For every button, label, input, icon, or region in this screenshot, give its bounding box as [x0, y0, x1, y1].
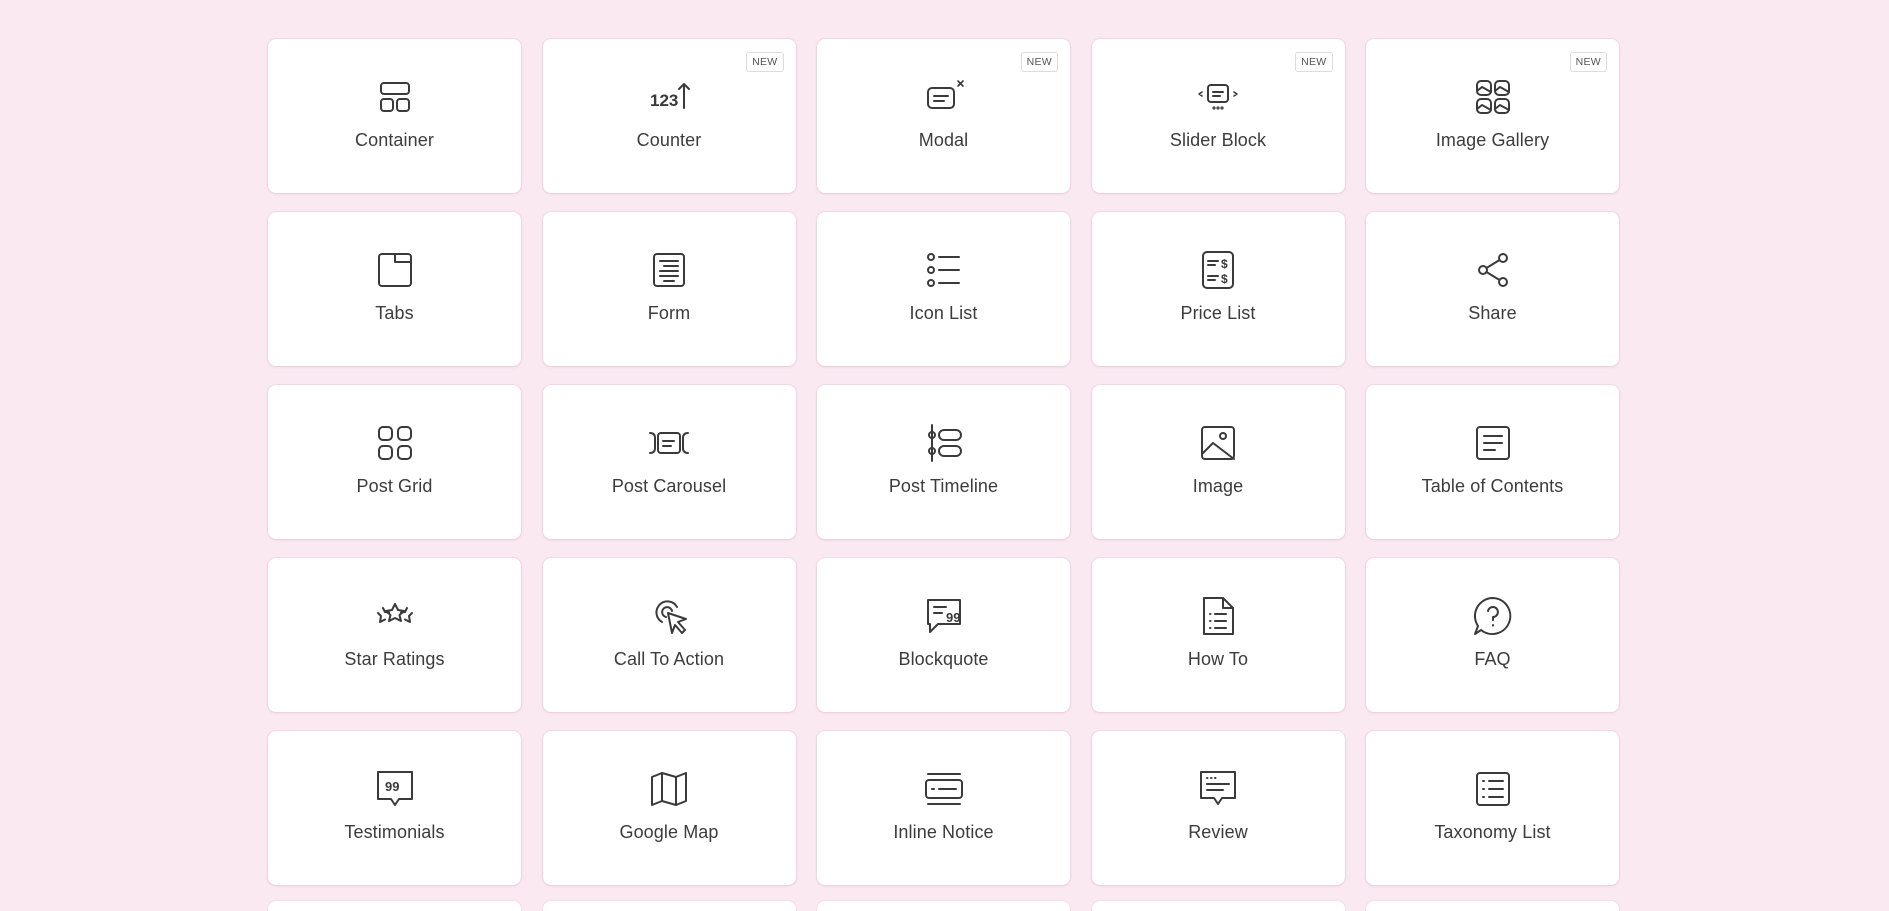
- cursor-click-icon: [647, 594, 691, 638]
- block-card-partial[interactable]: [1366, 901, 1619, 911]
- svg-text:$: $: [1221, 257, 1228, 271]
- block-label: Table of Contents: [1421, 476, 1564, 496]
- block-card-call-to-action[interactable]: Call To Action: [542, 558, 796, 712]
- timeline-icon: [922, 421, 966, 465]
- block-card-share[interactable]: Share: [1366, 212, 1619, 366]
- block-label: Star Ratings: [344, 649, 445, 669]
- block-label: Inline Notice: [893, 822, 994, 842]
- block-label: How To: [1187, 649, 1249, 669]
- block-label: Modal: [918, 130, 969, 150]
- question-bubble-icon: [1471, 594, 1515, 638]
- block-label: Review: [1188, 822, 1248, 842]
- svg-text:123: 123: [650, 91, 678, 110]
- block-label: Container: [355, 130, 434, 150]
- counter-icon: 123: [647, 75, 691, 119]
- new-badge: NEW: [1569, 52, 1607, 72]
- block-card-counter[interactable]: 123 Counter NEW: [542, 39, 796, 193]
- block-label: Testimonials: [344, 822, 445, 842]
- block-card-review[interactable]: Review: [1091, 731, 1345, 885]
- block-label: Post Grid: [356, 476, 433, 496]
- block-label: Post Timeline: [888, 476, 999, 496]
- price-list-icon: $ $: [1196, 248, 1240, 292]
- block-card-container[interactable]: Container: [268, 39, 521, 193]
- map-icon: [647, 767, 691, 811]
- block-label: Counter: [636, 130, 702, 150]
- notice-icon: [922, 767, 966, 811]
- block-label: Share: [1468, 303, 1517, 323]
- block-card-testimonials[interactable]: 99 Testimonials: [268, 731, 521, 885]
- block-label: Tabs: [375, 303, 414, 323]
- block-card-google-map[interactable]: Google Map: [542, 731, 796, 885]
- block-label: Image Gallery: [1435, 130, 1550, 150]
- testimonial-icon: 99: [373, 767, 417, 811]
- quote-bubble-icon: 99: [922, 594, 966, 638]
- block-card-partial[interactable]: [542, 901, 796, 911]
- svg-text:99: 99: [946, 610, 960, 625]
- block-label: Form: [647, 303, 691, 323]
- block-label: FAQ: [1474, 649, 1511, 669]
- document-list-icon: [1196, 594, 1240, 638]
- block-label: Image: [1192, 476, 1244, 496]
- gallery-icon: [1471, 75, 1515, 119]
- block-card-star-ratings[interactable]: Star Ratings: [268, 558, 521, 712]
- tabs-icon: [373, 248, 417, 292]
- block-card-partial[interactable]: [268, 901, 521, 911]
- block-card-partial[interactable]: [1091, 901, 1345, 911]
- new-badge: NEW: [746, 52, 784, 72]
- block-card-tabs[interactable]: Tabs: [268, 212, 521, 366]
- block-card-post-grid[interactable]: Post Grid: [268, 385, 521, 539]
- svg-text:99: 99: [385, 779, 399, 794]
- stars-icon: [373, 594, 417, 638]
- block-label: Price List: [1180, 303, 1256, 323]
- new-badge: NEW: [1020, 52, 1058, 72]
- block-label: Icon List: [909, 303, 978, 323]
- blocks-grid: Container 123 Counter NEW Modal NEW Slider Blo…: [268, 39, 1619, 885]
- icon-list-icon: [922, 248, 966, 292]
- image-icon: [1196, 421, 1240, 465]
- block-card-form[interactable]: Form: [542, 212, 796, 366]
- carousel-icon: [647, 421, 691, 465]
- container-icon: [373, 75, 417, 119]
- block-card-faq[interactable]: FAQ: [1366, 558, 1619, 712]
- block-card-how-to[interactable]: How To: [1091, 558, 1345, 712]
- share-icon: [1471, 248, 1515, 292]
- taxonomy-icon: [1471, 767, 1515, 811]
- block-label: Google Map: [619, 822, 719, 842]
- block-card-image[interactable]: Image: [1091, 385, 1345, 539]
- block-card-post-carousel[interactable]: Post Carousel: [542, 385, 796, 539]
- svg-text:$: $: [1221, 272, 1228, 286]
- review-icon: [1196, 767, 1240, 811]
- block-card-partial[interactable]: [817, 901, 1070, 911]
- next-row-partial: [268, 901, 1619, 911]
- block-card-taxonomy-list[interactable]: Taxonomy List: [1366, 731, 1619, 885]
- slider-icon: [1196, 75, 1240, 119]
- block-label: Blockquote: [898, 649, 989, 669]
- block-label: Slider Block: [1169, 130, 1267, 150]
- block-label: Taxonomy List: [1434, 822, 1551, 842]
- toc-icon: [1471, 421, 1515, 465]
- block-card-table-of-contents[interactable]: Table of Contents: [1366, 385, 1619, 539]
- block-card-post-timeline[interactable]: Post Timeline: [817, 385, 1070, 539]
- block-label: Post Carousel: [611, 476, 727, 496]
- block-card-icon-list[interactable]: Icon List: [817, 212, 1070, 366]
- block-card-inline-notice[interactable]: Inline Notice: [817, 731, 1070, 885]
- block-card-image-gallery[interactable]: Image Gallery NEW: [1366, 39, 1619, 193]
- form-icon: [647, 248, 691, 292]
- modal-icon: [922, 75, 966, 119]
- new-badge: NEW: [1295, 52, 1333, 72]
- block-label: Call To Action: [613, 649, 725, 669]
- block-card-modal[interactable]: Modal NEW: [817, 39, 1070, 193]
- block-card-slider-block[interactable]: Slider Block NEW: [1091, 39, 1345, 193]
- block-card-blockquote[interactable]: 99 Blockquote: [817, 558, 1070, 712]
- block-card-price-list[interactable]: $ $ Price List: [1091, 212, 1345, 366]
- post-grid-icon: [373, 421, 417, 465]
